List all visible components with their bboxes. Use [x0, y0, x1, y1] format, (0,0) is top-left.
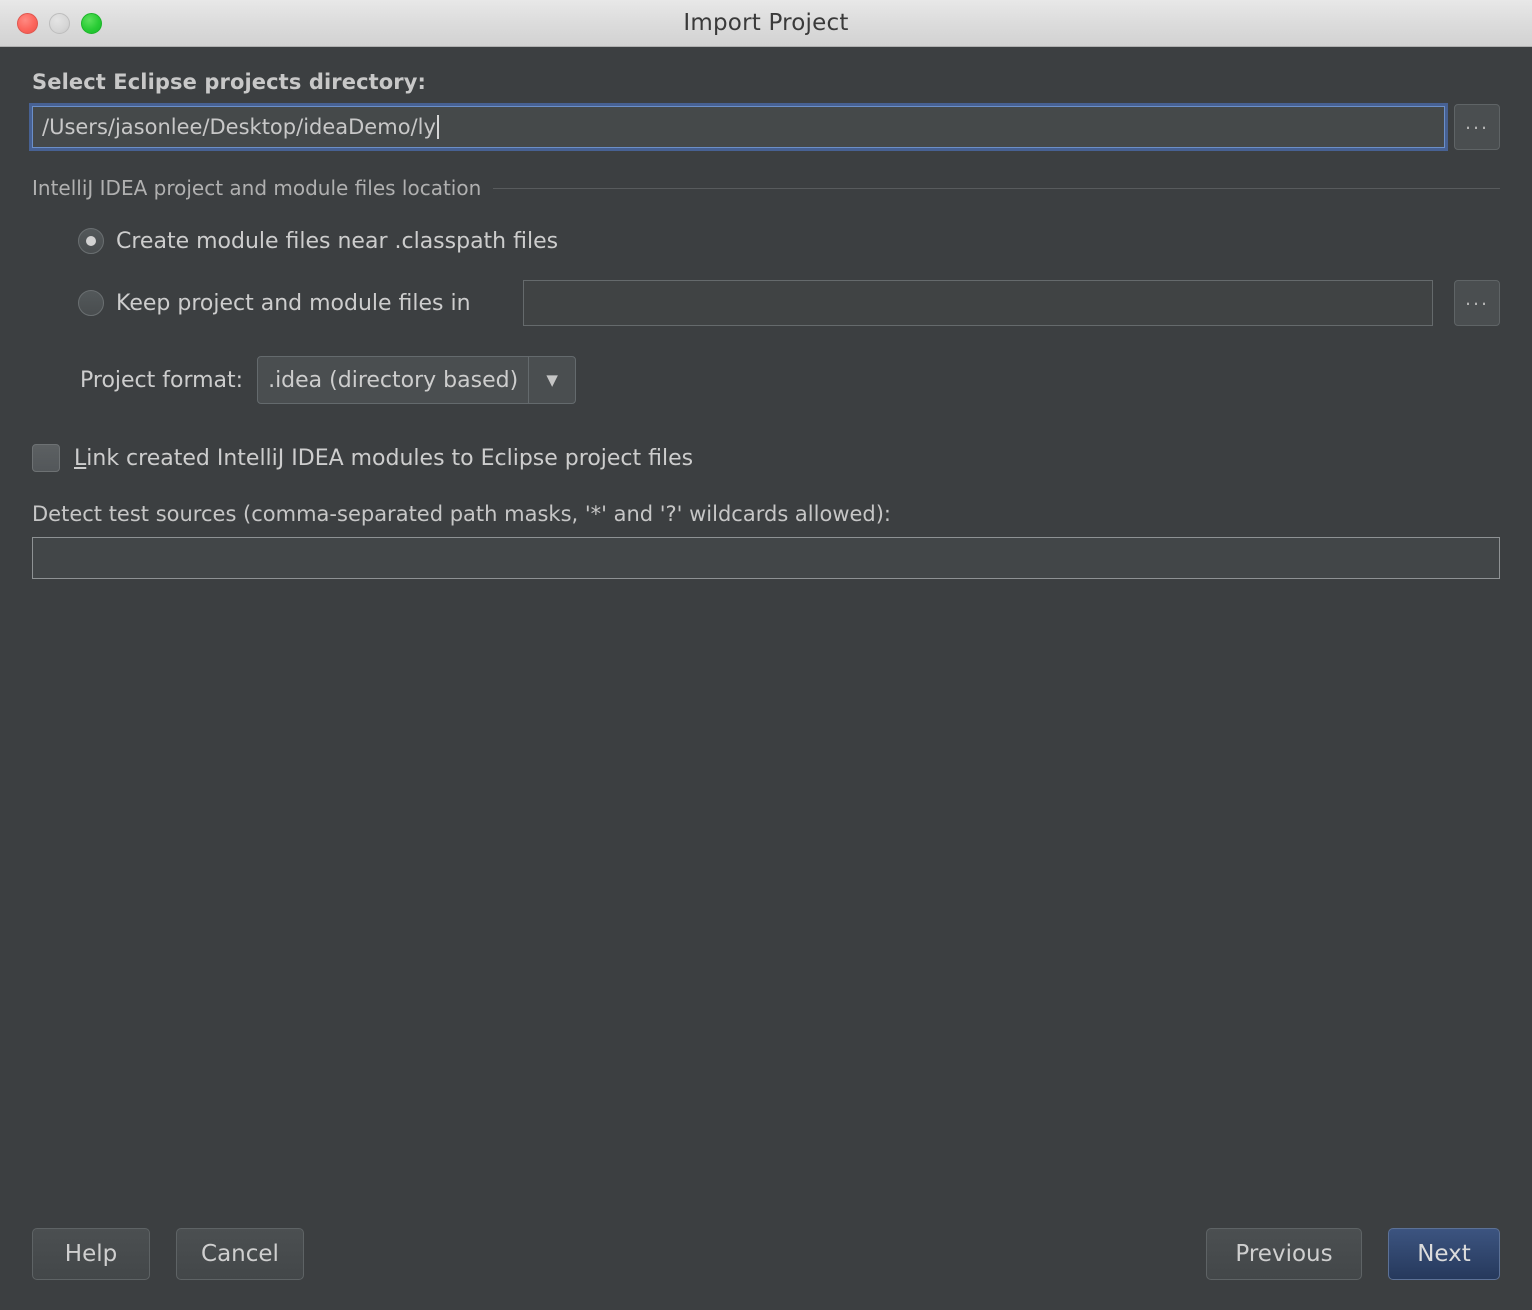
radio-create-near-classpath-label: Create module files near .classpath file… [116, 228, 559, 254]
directory-label: Select Eclipse projects directory: [32, 70, 427, 94]
link-modules-checkbox-row[interactable]: Link created IntelliJ IDEA modules to Ec… [32, 444, 1500, 472]
detect-test-sources-input[interactable] [32, 537, 1500, 579]
previous-button[interactable]: Previous [1206, 1228, 1362, 1280]
radio-selected-dot-icon [86, 236, 96, 246]
radio-create-near-classpath[interactable]: Create module files near .classpath file… [32, 228, 1500, 254]
directory-input-value: /Users/jasonlee/Desktop/ideaDemo/ly [42, 115, 436, 139]
project-format-value: .idea (directory based) [268, 367, 519, 393]
link-modules-checkbox[interactable] [32, 444, 60, 472]
link-modules-mnemonic: L [74, 445, 87, 471]
window-title: Import Project [683, 10, 849, 36]
project-format-label: Project format: [80, 367, 244, 393]
link-modules-label: Link created IntelliJ IDEA modules to Ec… [74, 446, 693, 471]
next-button[interactable]: Next [1388, 1228, 1500, 1280]
project-location-group-header: IntelliJ IDEA project and module files l… [32, 176, 1500, 200]
keep-path-browse-button[interactable]: ... [1454, 280, 1500, 326]
keep-path-input[interactable] [522, 280, 1433, 326]
footer-right-buttons: Previous Next [1206, 1228, 1500, 1280]
radio-create-near-classpath-indicator[interactable] [78, 228, 104, 254]
cancel-button[interactable]: Cancel [176, 1228, 304, 1280]
directory-browse-button[interactable]: ... [1454, 104, 1500, 150]
project-format-row: Project format: .idea (directory based) … [32, 356, 1500, 404]
window-titlebar: Import Project [0, 0, 1532, 47]
project-location-group-label: IntelliJ IDEA project and module files l… [32, 176, 482, 200]
radio-keep-files-in[interactable]: Keep project and module files in ... [32, 280, 1500, 326]
chevron-down-icon[interactable]: ▼ [528, 357, 575, 403]
project-format-select[interactable]: .idea (directory based) ▼ [257, 356, 577, 404]
group-separator-line [493, 187, 1500, 189]
radio-keep-files-in-indicator[interactable] [78, 290, 104, 316]
import-project-dialog: Import Project Select Eclipse projects d… [0, 0, 1532, 1310]
text-caret [436, 115, 439, 139]
footer-left-buttons: Help Cancel [32, 1228, 304, 1280]
help-button[interactable]: Help [32, 1228, 150, 1280]
dialog-footer: Help Cancel Previous Next [0, 1212, 1532, 1310]
directory-input[interactable]: /Users/jasonlee/Desktop/ideaDemo/ly [32, 106, 1445, 148]
directory-field-row: /Users/jasonlee/Desktop/ideaDemo/ly ... [32, 104, 1500, 150]
dialog-content: Select Eclipse projects directory: /User… [0, 47, 1532, 1212]
link-modules-label-rest: ink created IntelliJ IDEA modules to Ecl… [86, 445, 694, 471]
radio-keep-files-in-label: Keep project and module files in [116, 290, 471, 316]
detect-test-sources-label: Detect test sources (comma-separated pat… [32, 502, 892, 526]
